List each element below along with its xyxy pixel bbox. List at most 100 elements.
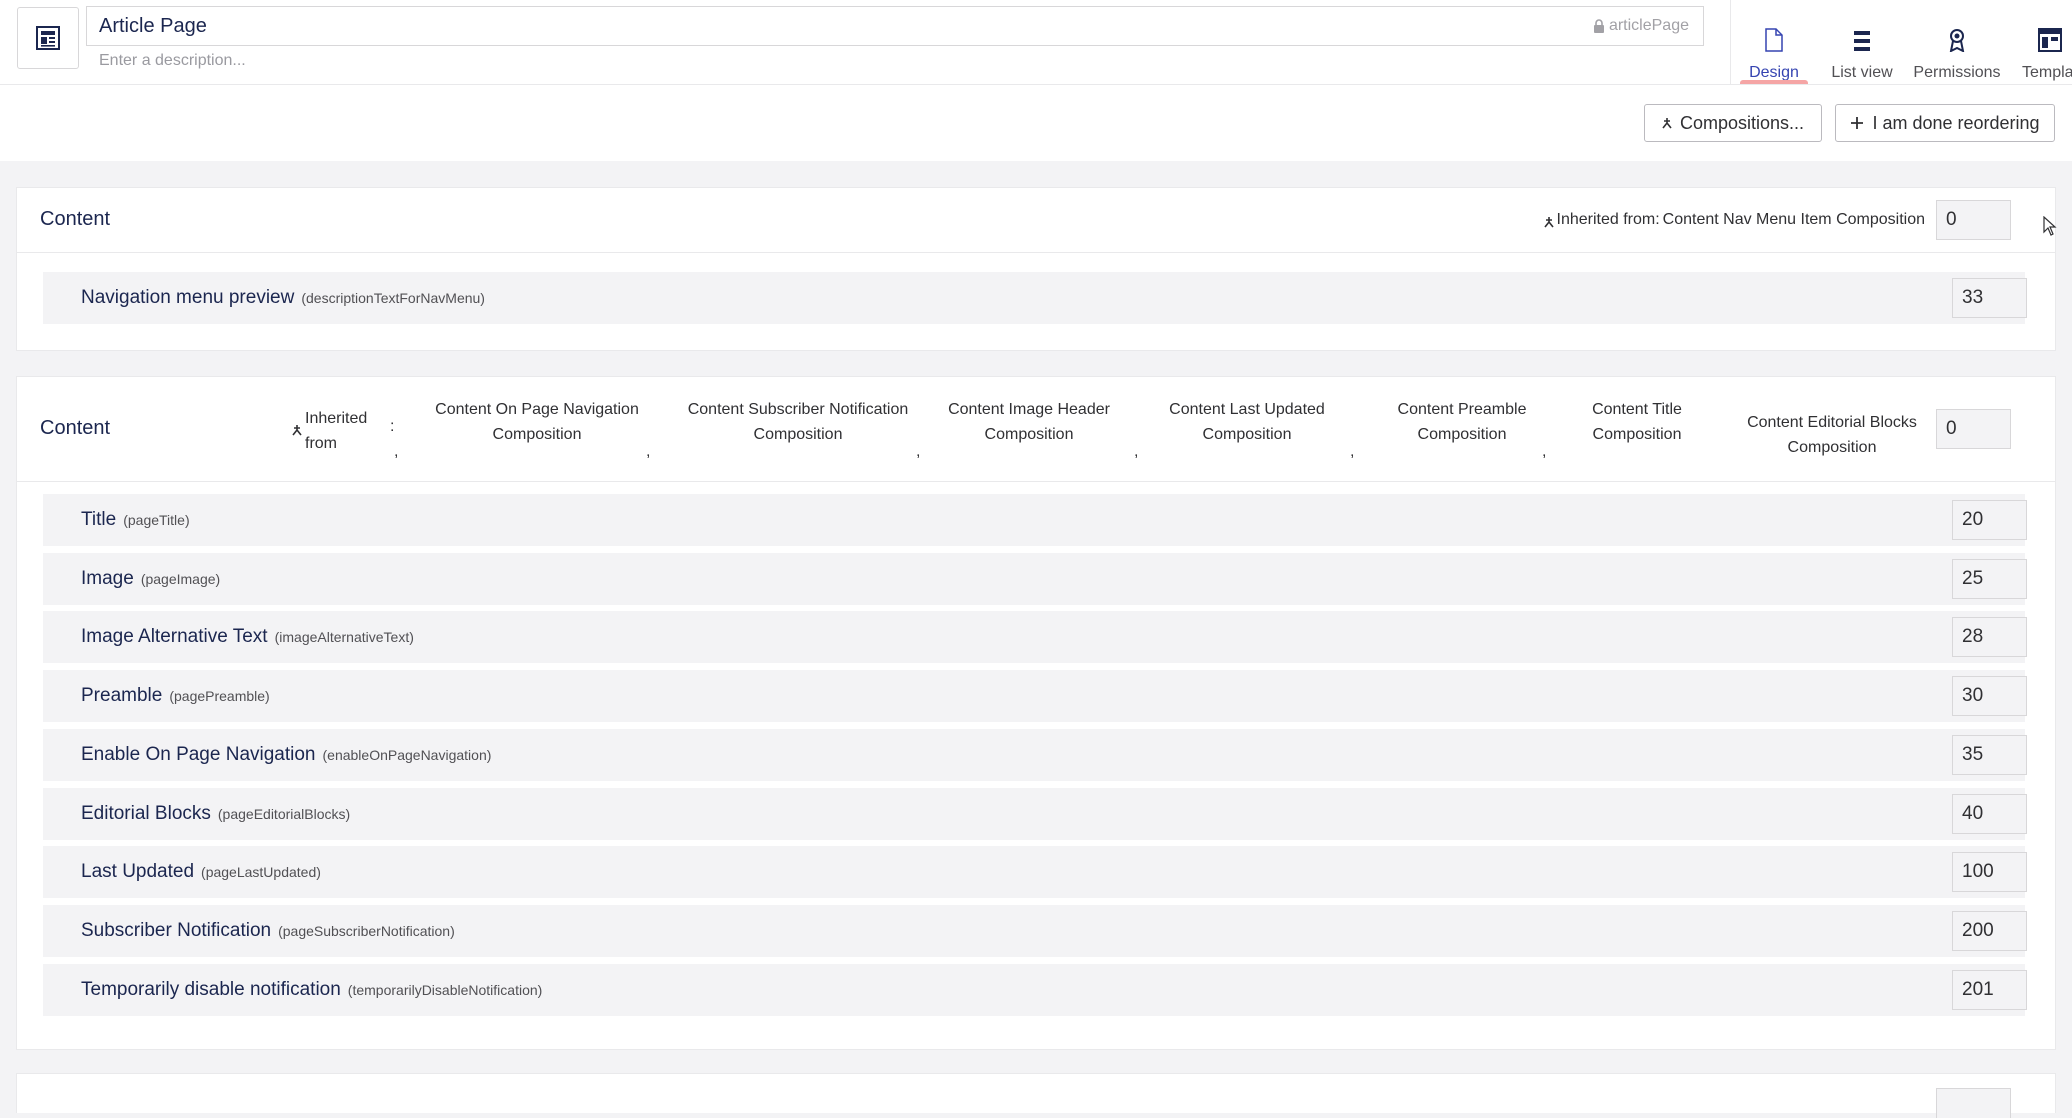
comma: , (1350, 443, 1355, 460)
property-row[interactable]: Image (pageImage) 25 (43, 553, 2027, 605)
composition-icon (1543, 217, 1554, 228)
permissions-icon (1949, 29, 1965, 52)
done-reordering-button-label: I am done reordering (1872, 112, 2040, 133)
property-row[interactable]: Editorial Blocks (pageEditorialBlocks) 40 (43, 788, 2027, 840)
inherited-composition-link[interactable]: Content Preamble Composition (1362, 397, 1562, 447)
inherited-composition-link[interactable]: Content On Page Navigation Composition (417, 397, 657, 447)
property-name: Title (81, 509, 117, 530)
property-name: Last Updated (81, 861, 195, 882)
group-title: Content (40, 417, 111, 439)
description-input[interactable]: Enter a description... (99, 52, 246, 70)
comma: , (394, 443, 399, 460)
list-icon (1854, 31, 1870, 51)
property-row[interactable]: Last Updated (pageLastUpdated) 100 (43, 846, 2027, 898)
property-name: Subscriber Notification (81, 920, 272, 941)
property-sort-order[interactable]: 25 (1952, 559, 2027, 599)
inherited-info: Inherited from: Content Nav Menu Item Co… (1543, 188, 1925, 252)
composition-name-suffix: Composition (753, 426, 843, 443)
compositions-button[interactable]: Compositions... (1644, 104, 1822, 142)
property-alias: (enableOnPageNavigation) (322, 747, 492, 763)
composition-name: Content Last Updated (1169, 401, 1325, 418)
composition-icon (292, 425, 302, 436)
composition-name: Content On Page Navigation (435, 401, 639, 418)
composition-name-suffix: Composition (1202, 426, 1292, 443)
composition-name: Content Title (1592, 401, 1682, 418)
property-row[interactable]: Preamble (pagePreamble) 30 (43, 670, 2027, 722)
editor-header: Article Page articlePage Enter a descrip… (0, 0, 2072, 85)
alias-field[interactable]: articlePage (1593, 7, 1689, 45)
document-type-icon-button[interactable] (17, 7, 79, 69)
property-row[interactable]: Temporarily disable notification (tempora… (43, 964, 2027, 1016)
comma: , (1542, 443, 1547, 460)
inherited-composition-link[interactable]: Content Last Updated Composition (1147, 397, 1347, 447)
inherited-composition-link[interactable]: Content Editorial Blocks Composition (1722, 410, 1942, 460)
composition-name: Content Preamble (1397, 401, 1527, 418)
mouse-cursor-icon (2043, 216, 2057, 236)
comma: , (1134, 443, 1139, 460)
property-alias: (imageAlternativeText) (274, 629, 414, 645)
done-reordering-button[interactable]: I am done reordering (1835, 104, 2055, 142)
tab-permissions-label: Permissions (1913, 64, 2001, 81)
property-sort-order[interactable]: 35 (1952, 735, 2027, 775)
inherited-composition-link[interactable]: Content Image Header Composition (929, 397, 1129, 447)
property-sort-order[interactable]: 28 (1952, 617, 2027, 657)
comma: , (646, 443, 651, 460)
group-sort-order[interactable]: 0 (1936, 409, 2011, 449)
inherited-composition-link[interactable]: Content Nav Menu Item Composition (1663, 211, 1925, 229)
property-name: Image (81, 568, 134, 589)
tab-design[interactable]: Design (1730, 0, 1818, 84)
toolbar: Compositions... I am done reordering (0, 85, 2072, 161)
property-name: Enable On Page Navigation (81, 744, 316, 765)
document-icon (1765, 28, 1783, 52)
inherited-from-label: Inherited from (305, 406, 367, 456)
property-row[interactable]: Navigation menu preview (descriptionText… (43, 272, 2027, 324)
property-sort-order[interactable]: 200 (1952, 911, 2027, 951)
lock-icon (1593, 19, 1604, 33)
property-sort-order[interactable]: 30 (1952, 676, 2027, 716)
composition-name-suffix: Composition (1787, 439, 1877, 456)
tab-list-view[interactable]: List view (1818, 0, 1906, 84)
group-title: Content (40, 208, 111, 230)
composition-name: Content Image Header (948, 401, 1110, 418)
name-input[interactable]: Article Page articlePage (86, 6, 1704, 46)
property-alias: (pageTitle) (123, 512, 190, 528)
inherited-composition-link[interactable]: Content Subscriber Notification Composit… (667, 397, 929, 447)
property-sort-order[interactable]: 20 (1952, 500, 2027, 540)
property-row[interactable]: Subscriber Notification (pageSubscriberNo… (43, 905, 2027, 957)
property-row[interactable]: Enable On Page Navigation (enableOnPageNa… (43, 729, 2027, 781)
alias-value: articlePage (1608, 17, 1689, 34)
colon: : (390, 418, 395, 435)
group-sort-order[interactable]: 0 (1936, 200, 2011, 240)
property-sort-order[interactable]: 40 (1952, 794, 2027, 834)
inherited-label-line1: Inherited (305, 410, 368, 427)
property-sort-order[interactable]: 33 (1952, 278, 2027, 318)
property-name: Editorial Blocks (81, 803, 211, 824)
composition-icon (1662, 118, 1672, 129)
composition-name: Content Editorial Blocks (1747, 414, 1917, 431)
composition-name-suffix: Composition (492, 426, 582, 443)
composition-name: Content Subscriber Notification (687, 401, 909, 418)
tab-templates[interactable]: Templat (2006, 0, 2072, 84)
composition-name-suffix: Composition (1592, 426, 1682, 443)
newspaper-icon (36, 26, 60, 50)
property-alias: (pageEditorialBlocks) (217, 806, 351, 822)
property-sort-order[interactable]: 100 (1952, 852, 2027, 892)
property-name: Image Alternative Text (81, 626, 268, 647)
composition-name-suffix: Composition (984, 426, 1074, 443)
property-alias: (temporarilyDisableNotification) (347, 982, 543, 998)
property-sort-order[interactable]: 201 (1952, 970, 2027, 1010)
compositions-button-label: Compositions... (1679, 112, 1805, 133)
property-group-partial (16, 1073, 2056, 1118)
group-header: Content Inherited from : Content On Page… (17, 377, 2055, 482)
property-alias: (pagePreamble) (169, 688, 270, 704)
tab-list-view-label: List view (1831, 64, 1893, 81)
property-alias: (pageImage) (140, 571, 221, 587)
tab-permissions[interactable]: Permissions (1913, 0, 2001, 84)
property-row[interactable]: Image Alternative Text (imageAlternativeT… (43, 611, 2027, 663)
inherited-composition-link[interactable]: Content Title Composition (1562, 397, 1712, 447)
property-name: Navigation menu preview (81, 287, 295, 308)
group-header: Content Inherited from: Content Nav Menu… (17, 188, 2055, 253)
property-row[interactable]: Title (pageTitle) 20 (43, 494, 2027, 546)
property-name: Preamble (81, 685, 163, 706)
property-group: Content Inherited from: Content Nav Menu… (16, 187, 2056, 351)
